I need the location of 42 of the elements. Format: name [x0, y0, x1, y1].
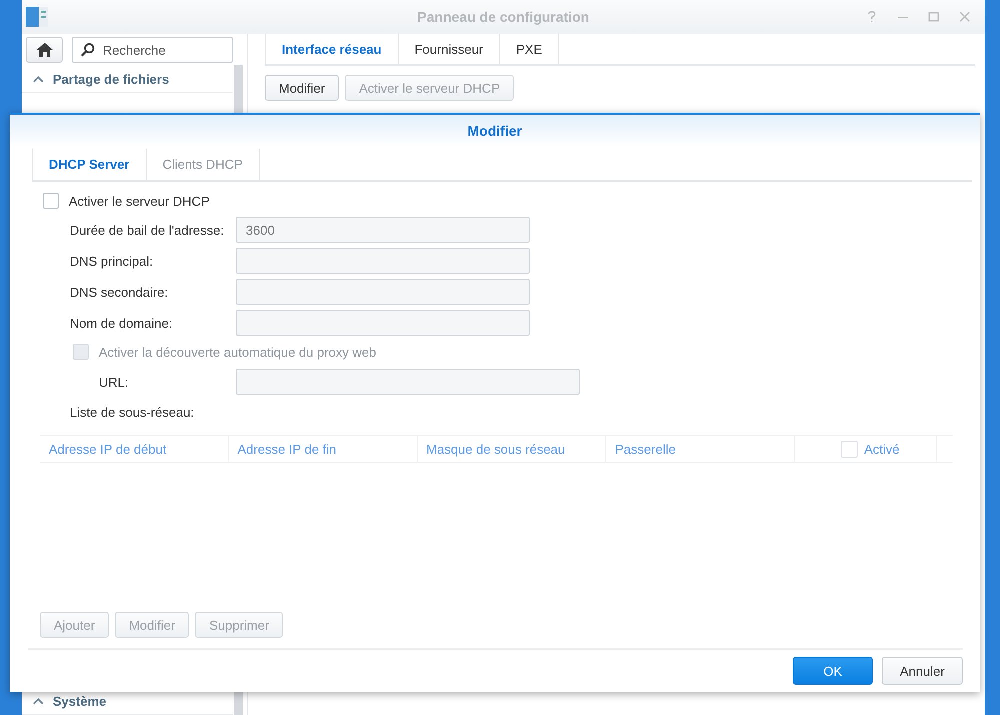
field-label: DNS secondaire: [69, 284, 170, 300]
checkbox-label: Activer la découverte automatique du proxy web [99, 344, 376, 360]
tab[interactable]: PXE [499, 34, 560, 64]
checkbox-label: Activer le serveur DHCP [69, 194, 210, 208]
column-header[interactable]: Masque de sous réseau [418, 436, 606, 462]
input-field[interactable] [236, 369, 580, 395]
checkbox[interactable] [43, 193, 59, 209]
tab[interactable]: Fournisseur [398, 34, 500, 64]
ok-button[interactable]: OK [793, 657, 873, 685]
sidebar-section[interactable]: Partage de fichiers [22, 67, 233, 93]
input-field[interactable] [236, 279, 530, 305]
maximize-icon[interactable] [928, 11, 940, 23]
caret-icon [33, 698, 44, 705]
toolbar-button[interactable]: Modifier [265, 75, 340, 101]
search-field[interactable]: Recherche [72, 37, 233, 63]
field-label: Nom de domaine: [69, 316, 174, 330]
checkbox[interactable] [841, 440, 858, 458]
tab[interactable]: Clients DHCP [146, 149, 260, 180]
column-header[interactable]: Adresse IP de fin [228, 436, 418, 462]
column-header[interactable]: Adresse IP de début [40, 436, 229, 462]
caret-icon [33, 76, 44, 83]
column-header[interactable]: Passerelle [606, 436, 795, 462]
home-button[interactable] [26, 37, 63, 63]
field-label: DNS principal: [69, 254, 154, 268]
cancel-button[interactable]: Annuler [882, 657, 963, 685]
input-field[interactable] [236, 248, 530, 274]
section-label: Liste de sous-réseau: [69, 405, 196, 420]
field-label: URL: [98, 374, 130, 390]
column-label: Activé [864, 442, 900, 456]
input-field[interactable]: 3600 [236, 217, 530, 243]
column-header[interactable]: Activé [795, 436, 938, 462]
close-icon[interactable] [959, 11, 971, 23]
tab[interactable]: DHCP Server [32, 149, 147, 180]
tab[interactable]: Interface réseau [265, 34, 399, 64]
help-icon[interactable] [866, 11, 878, 23]
input-field[interactable] [236, 310, 530, 336]
home-icon [36, 43, 52, 57]
field-label: Durée de bail de l'adresse: [69, 222, 226, 238]
dialog-title: Modifier [468, 123, 522, 139]
search-icon [81, 43, 95, 57]
app-icon [26, 6, 48, 28]
window-title: Panneau de configuration [418, 9, 590, 25]
